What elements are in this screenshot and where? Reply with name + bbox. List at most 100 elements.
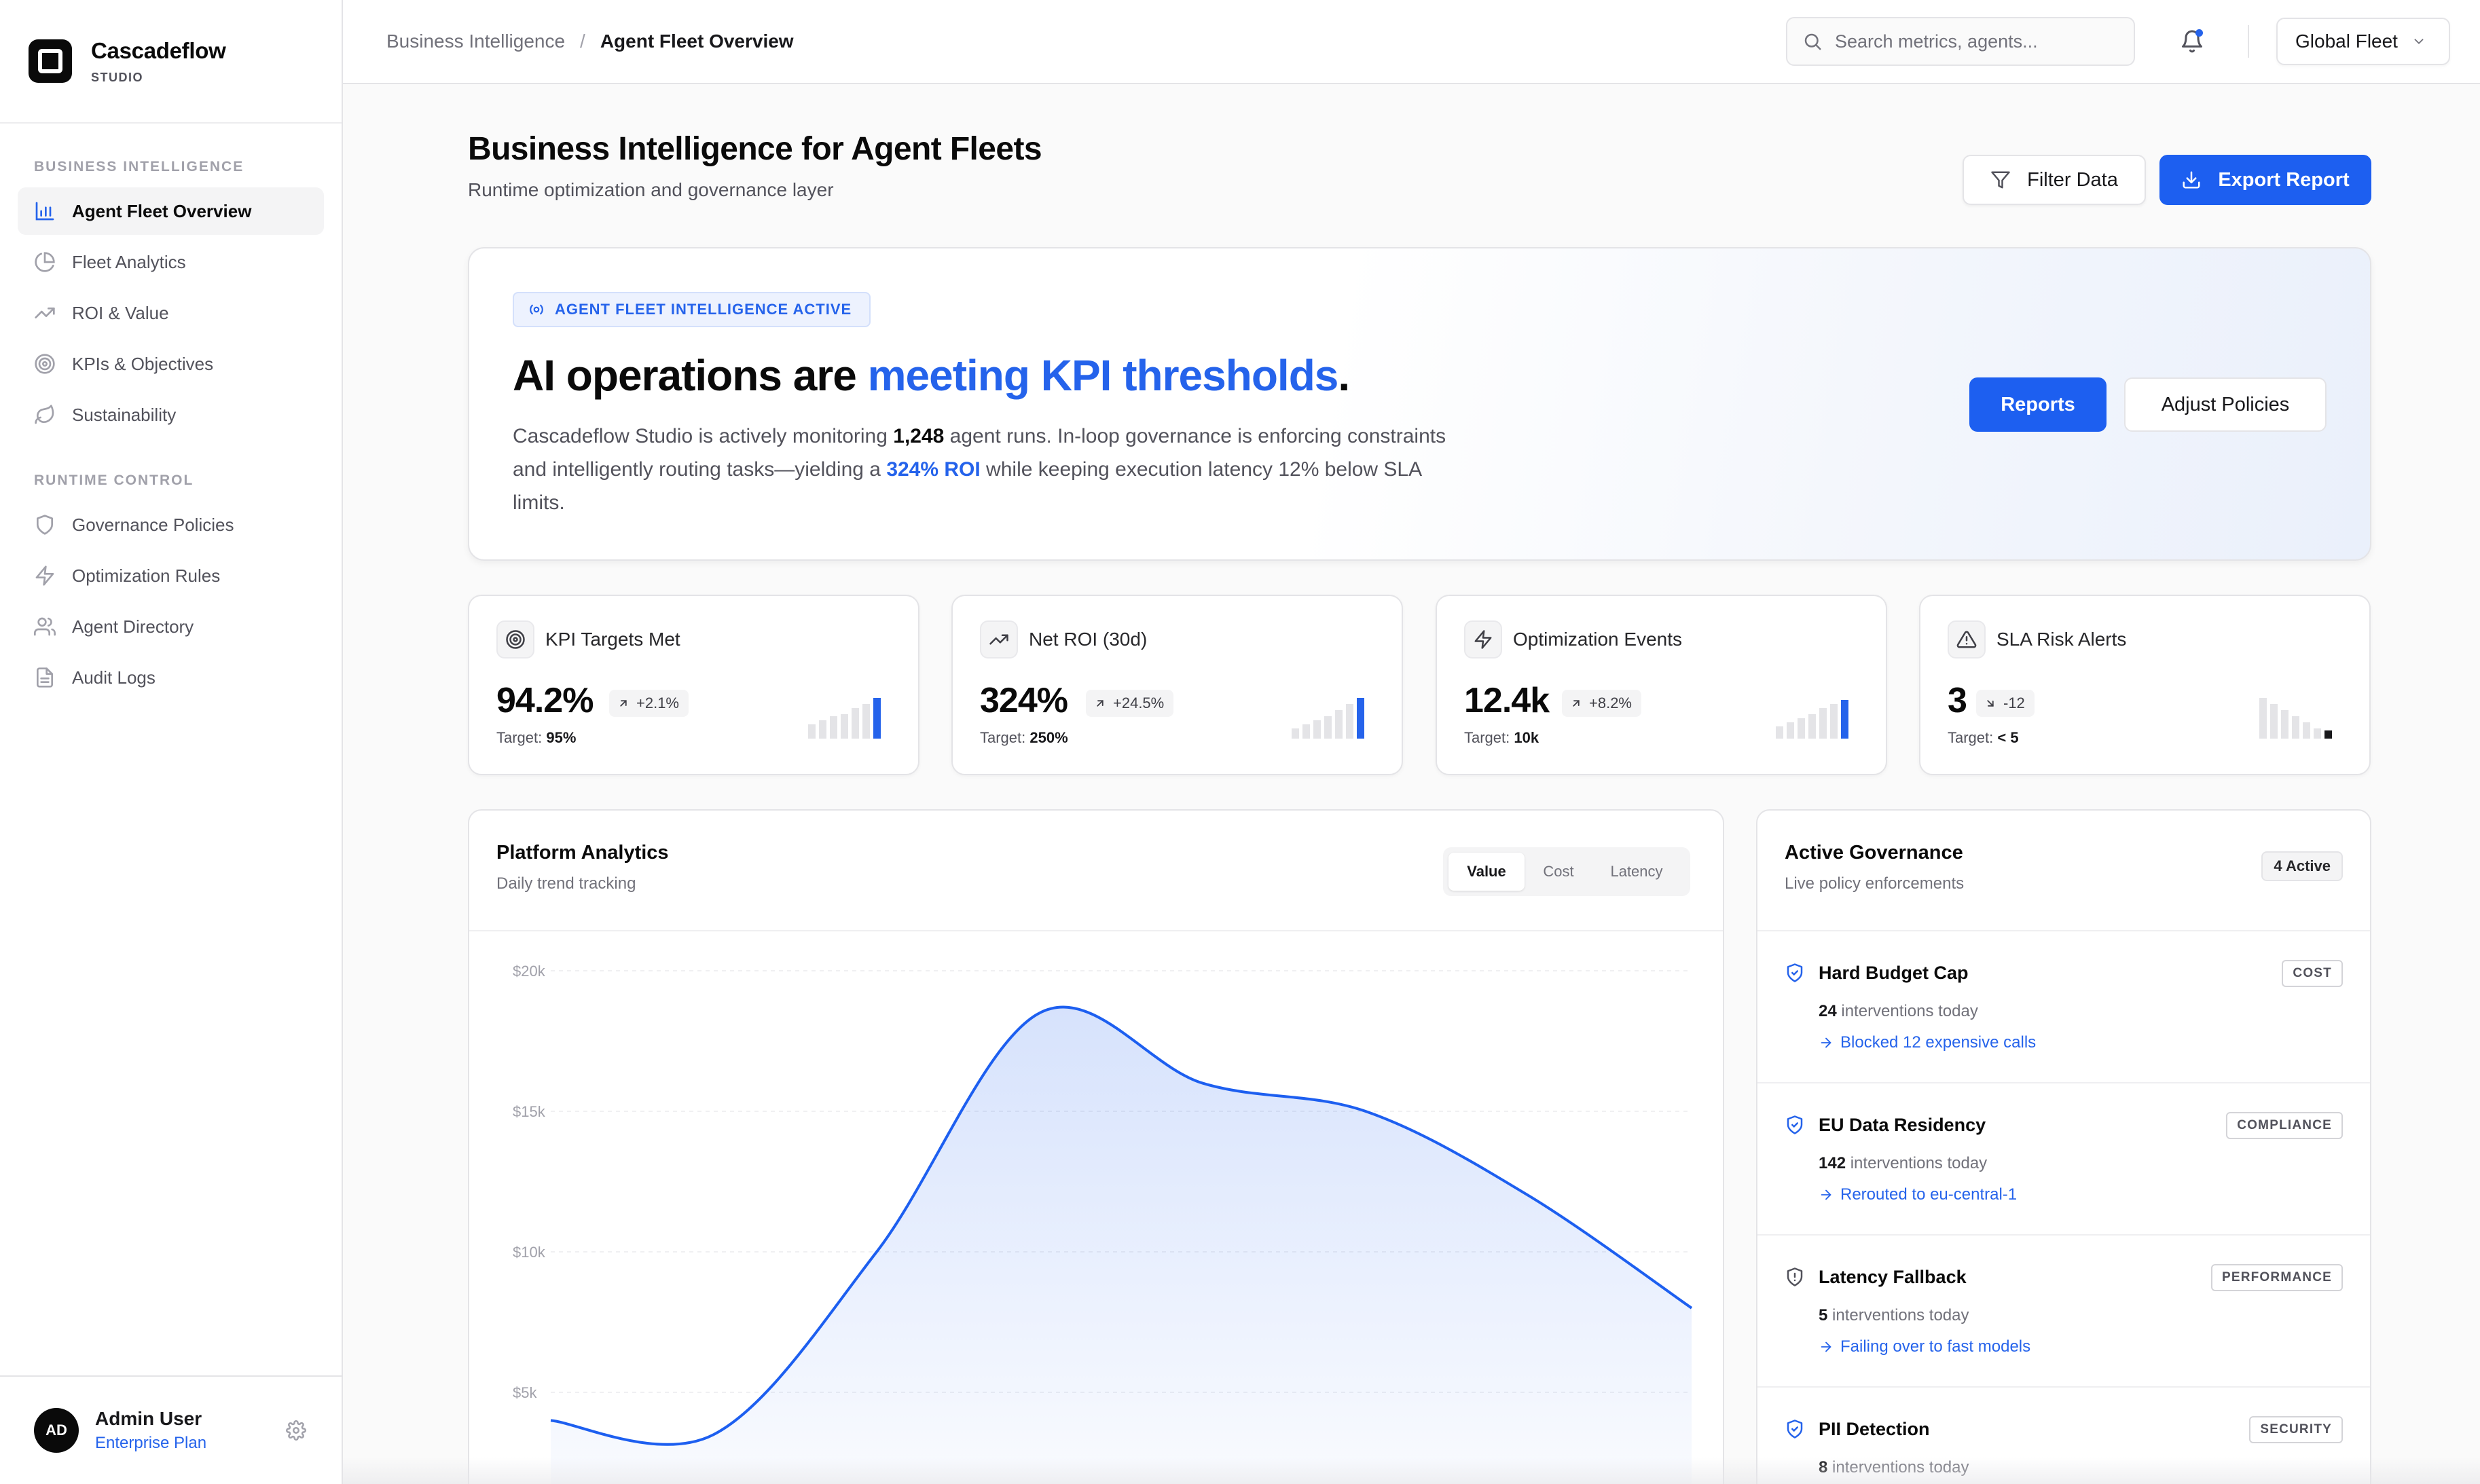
policy-action-link[interactable]: Failing over to fast models xyxy=(1819,1337,2030,1356)
sidebar-item-label: Fleet Analytics xyxy=(72,251,186,272)
sidebar-item-label: Governance Policies xyxy=(72,514,234,535)
sidebar: Cascadeflow STUDIO BUSINESS INTELLIGENCE… xyxy=(0,0,343,1484)
shield-check-icon xyxy=(1787,1420,1803,1439)
shield-check-icon xyxy=(1787,1115,1803,1134)
policy-count: 142 interventions today xyxy=(1819,1154,1987,1173)
policy-action-link[interactable]: Rerouted to eu-central-1 xyxy=(1819,1185,2017,1204)
sidebar-item-audit-logs[interactable]: Audit Logs xyxy=(18,654,324,701)
notifications-button[interactable] xyxy=(2180,29,2204,54)
sidebar-item-optimization-rules[interactable]: Optimization Rules xyxy=(18,552,324,599)
arrow-down-right-icon xyxy=(1987,700,1994,707)
sidebar-item-sustainability[interactable]: Sustainability xyxy=(18,391,324,439)
page-header: Business Intelligence for Agent Fleets R… xyxy=(468,84,2371,247)
page-subtitle: Runtime optimization and governance laye… xyxy=(468,179,834,200)
sidebar-item-agent-fleet-overview[interactable]: Agent Fleet Overview xyxy=(18,187,324,235)
kpi-card-net-roi[interactable]: Net ROI (30d) 324% +24.5% Target: 250% xyxy=(951,595,1403,775)
kpi-card-targets-met[interactable]: KPI Targets Met 94.2% +2.1% Target: 95% xyxy=(468,595,919,775)
sidebar-item-fleet-analytics[interactable]: Fleet Analytics xyxy=(18,238,324,286)
spark-bar xyxy=(841,714,848,739)
kpi-card-optimization-events[interactable]: Optimization Events 12.4k +8.2% Target: … xyxy=(1436,595,1887,775)
alert-triangle-icon xyxy=(1948,620,1986,658)
policy-pii-detection[interactable]: PII Detection SECURITY 8 interventions t… xyxy=(1757,1388,2370,1484)
search-input[interactable] xyxy=(1835,31,2120,52)
policy-name: Latency Fallback xyxy=(1819,1267,1967,1287)
policy-latency-fallback[interactable]: Latency Fallback PERFORMANCE 5 intervent… xyxy=(1757,1236,2370,1388)
spark-bar xyxy=(1302,724,1310,739)
sidebar-item-roi-value[interactable]: ROI & Value xyxy=(18,289,324,337)
kpi-target-label: Target: xyxy=(496,729,543,746)
value-area xyxy=(551,1007,1692,1484)
kpi-target-label: Target: xyxy=(1948,729,1994,746)
kpi-value: 94.2% xyxy=(496,681,594,720)
filter-data-button[interactable]: Filter Data xyxy=(1963,155,2146,205)
sidebar-item-agent-directory[interactable]: Agent Directory xyxy=(18,603,324,650)
spark-bar xyxy=(2259,698,2267,739)
sidebar-item-kpis-objectives[interactable]: KPIs & Objectives xyxy=(18,340,324,388)
spark-bar xyxy=(1346,704,1353,739)
kpi-card-sla-risk-alerts[interactable]: SLA Risk Alerts 3 -12 Target: < 5 xyxy=(1919,595,2371,775)
shield-alert-icon xyxy=(1787,1267,1803,1286)
policy-count-value: 5 xyxy=(1819,1306,1828,1324)
spark-bar xyxy=(1819,708,1827,739)
policy-count-value: 8 xyxy=(1819,1458,1828,1477)
panel-title: Active Governance xyxy=(1785,842,1963,864)
fleet-selector[interactable]: Global Fleet xyxy=(2276,18,2450,65)
value-trend-chart: $0$5k$10k$15k$20k xyxy=(513,963,1693,1484)
spark-bar xyxy=(1808,714,1816,739)
sidebar-item-governance-policies[interactable]: Governance Policies xyxy=(18,501,324,549)
hero-description: Cascadeflow Studio is actively monitorin… xyxy=(513,420,1463,519)
page-title: Business Intelligence for Agent Fleets xyxy=(468,131,1042,167)
policy-hard-budget-cap[interactable]: Hard Budget Cap COST 24 interventions to… xyxy=(1757,931,2370,1083)
status-badge: AGENT FLEET INTELLIGENCE ACTIVE xyxy=(513,292,871,327)
kpi-target-value: 250% xyxy=(1029,729,1068,746)
kpi-delta-value: +8.2% xyxy=(1589,694,1632,711)
policy-action-link[interactable]: Blocked 12 expensive calls xyxy=(1819,1033,2036,1052)
trending-up-icon xyxy=(980,620,1018,658)
target-icon xyxy=(496,620,534,658)
hero-text-part: Cascadeflow Studio is actively monitorin… xyxy=(513,425,894,447)
policy-count: 5 interventions today xyxy=(1819,1306,1969,1325)
adjust-policies-button[interactable]: Adjust Policies xyxy=(2124,377,2327,432)
export-report-button[interactable]: Export Report xyxy=(2159,155,2371,205)
spark-bar xyxy=(2314,728,2321,739)
kpi-value: 12.4k xyxy=(1464,681,1550,720)
brand[interactable]: Cascadeflow STUDIO xyxy=(0,0,342,124)
tab-latency[interactable]: Latency xyxy=(1592,853,1681,891)
kpi-target-value: 95% xyxy=(546,729,577,746)
kpi-target: Target: 10k xyxy=(1464,729,1539,747)
user-profile[interactable]: AD Admin User Enterprise Plan xyxy=(0,1375,342,1484)
hero-title: AI operations are meeting KPI thresholds… xyxy=(513,350,1350,401)
zap-icon xyxy=(35,565,54,586)
policy-tag: COMPLIANCE xyxy=(2226,1112,2343,1139)
gear-icon[interactable] xyxy=(286,1420,306,1441)
metric-toggle: Value Cost Latency xyxy=(1443,847,1690,896)
file-text-icon xyxy=(37,667,53,688)
nav-section-runtime: RUNTIME CONTROL Governance Policies Opti… xyxy=(0,472,342,701)
kpi-target: Target: 250% xyxy=(980,729,1068,747)
policy-name: EU Data Residency xyxy=(1819,1115,1986,1135)
fleet-selector-value: Global Fleet xyxy=(2295,31,2398,52)
chevron-down-icon xyxy=(2414,39,2424,45)
avatar: AD xyxy=(34,1408,79,1453)
search-box[interactable] xyxy=(1786,17,2135,66)
kpi-label: SLA Risk Alerts xyxy=(1996,629,2127,650)
spark-bar xyxy=(1292,728,1299,739)
sidebar-item-label: KPIs & Objectives xyxy=(72,353,214,374)
y-tick-label: $15k xyxy=(513,1103,546,1120)
sidebar-item-label: Sustainability xyxy=(72,404,177,425)
tab-cost[interactable]: Cost xyxy=(1525,853,1592,891)
filter-icon xyxy=(1991,171,2010,189)
notification-dot xyxy=(2195,29,2203,37)
policy-action-text: Failing over to fast models xyxy=(1840,1337,2031,1356)
breadcrumb-business-intelligence[interactable]: Business Intelligence xyxy=(386,31,565,52)
nav-section-bi: BUSINESS INTELLIGENCE Agent Fleet Overvi… xyxy=(0,159,342,439)
kpi-label: Optimization Events xyxy=(1513,629,1682,650)
spark-bar xyxy=(852,708,859,739)
tab-value[interactable]: Value xyxy=(1448,853,1525,891)
divider xyxy=(2248,25,2249,58)
policy-count: 24 interventions today xyxy=(1819,1002,1978,1021)
policy-count-suffix: interventions today xyxy=(1827,1458,1969,1477)
spark-bar xyxy=(1776,726,1783,739)
reports-button[interactable]: Reports xyxy=(1969,377,2107,432)
policy-eu-data-residency[interactable]: EU Data Residency COMPLIANCE 142 interve… xyxy=(1757,1083,2370,1236)
